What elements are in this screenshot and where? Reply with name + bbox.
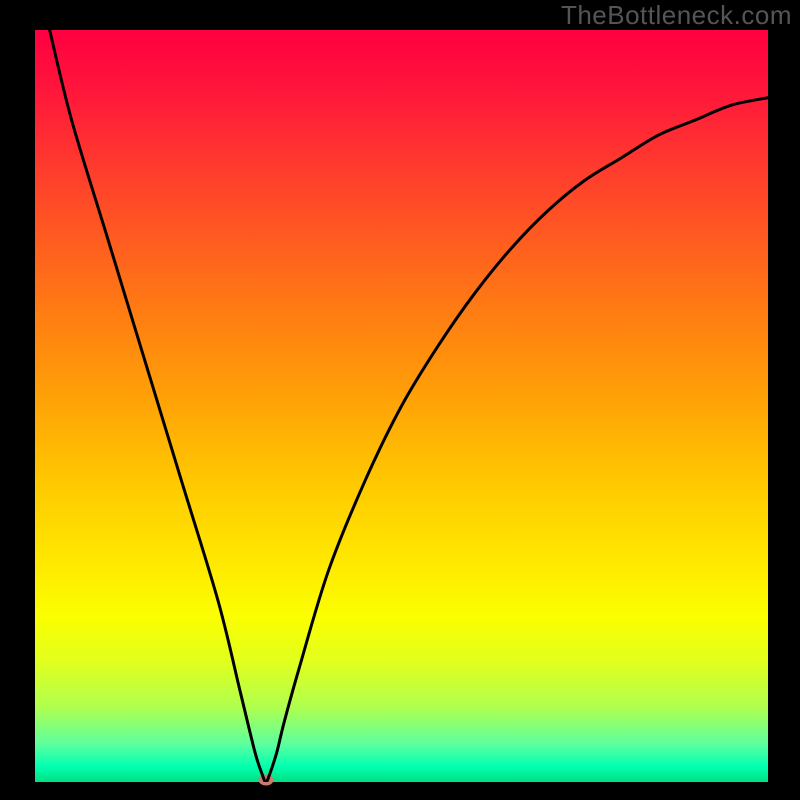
bottleneck-curve <box>35 30 768 782</box>
chart-frame: TheBottleneck.com <box>0 0 800 800</box>
curve-path <box>50 30 768 782</box>
plot-area <box>35 30 768 782</box>
watermark-text: TheBottleneck.com <box>561 0 792 31</box>
